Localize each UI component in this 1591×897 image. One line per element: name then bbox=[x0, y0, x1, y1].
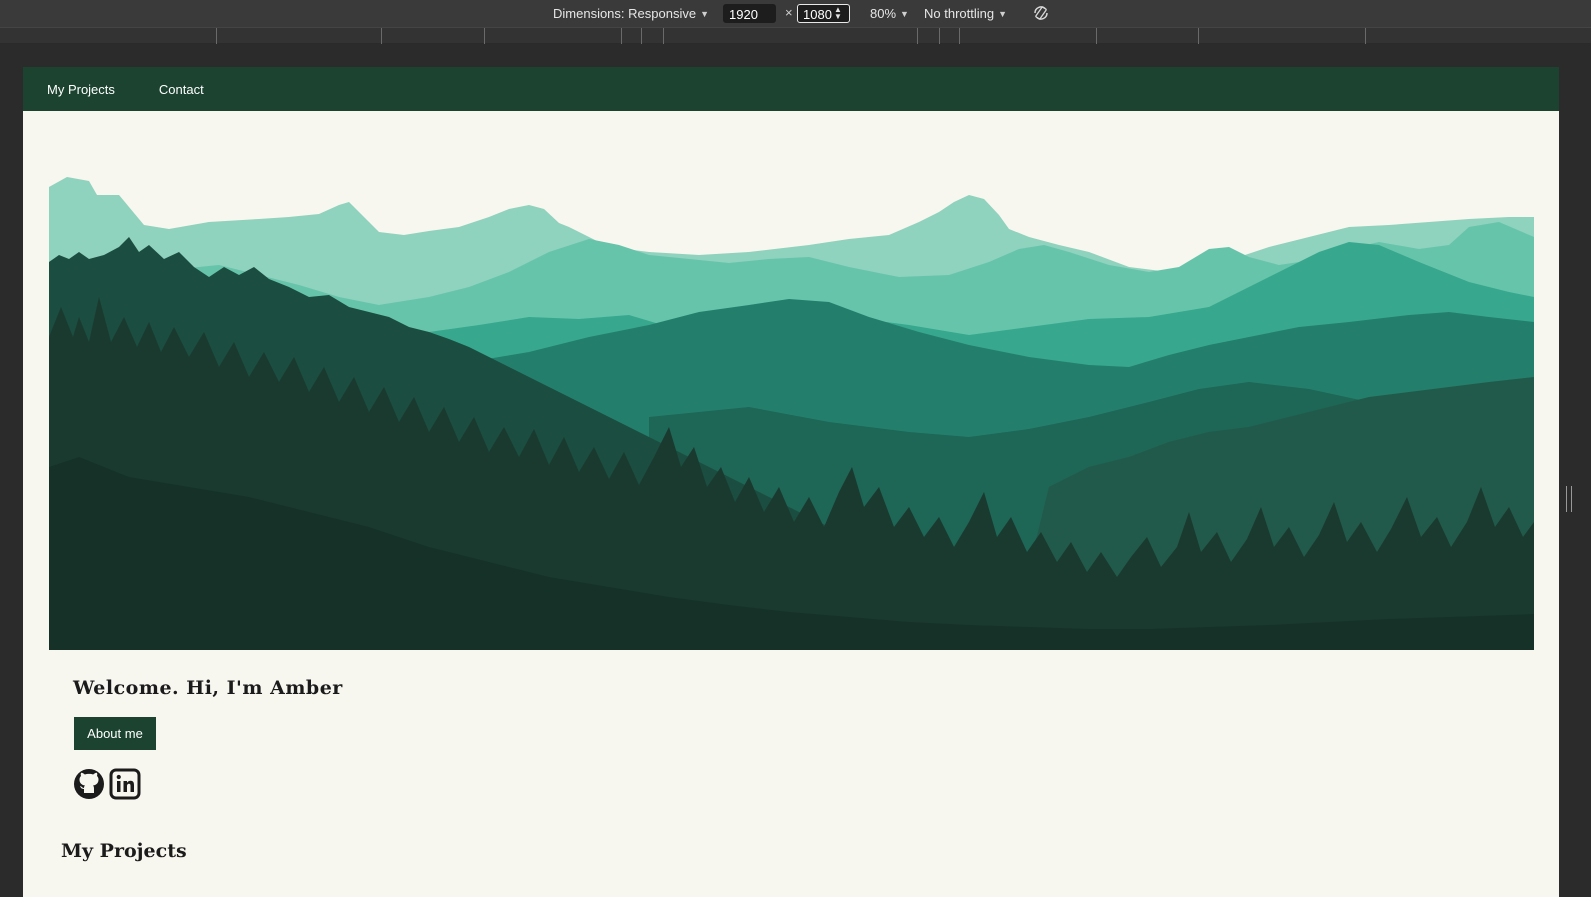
ruler-tick bbox=[1198, 28, 1199, 44]
zoom-label: 80% bbox=[870, 6, 897, 21]
throttling-label: No throttling bbox=[924, 6, 995, 21]
height-input[interactable]: 1080 bbox=[797, 4, 850, 23]
width-input[interactable]: 1920 bbox=[723, 4, 776, 23]
github-link[interactable] bbox=[73, 768, 105, 805]
linkedin-link[interactable] bbox=[109, 768, 141, 805]
nav-link-my-projects[interactable]: My Projects bbox=[47, 82, 115, 97]
ruler-tick bbox=[1096, 28, 1097, 44]
dimensions-dropdown[interactable]: Dimensions: Responsive ▼ bbox=[553, 6, 709, 21]
viewport-resize-handle[interactable] bbox=[1566, 486, 1572, 512]
mountain-forest-illustration bbox=[49, 167, 1534, 650]
linkedin-icon bbox=[109, 768, 141, 800]
welcome-heading: Welcome. Hi, I'm Amber bbox=[73, 677, 343, 699]
zoom-dropdown[interactable]: 80% ▼ bbox=[870, 6, 909, 21]
ruler-tick bbox=[917, 28, 918, 44]
ruler-tick bbox=[484, 28, 485, 44]
dimensions-label: Dimensions: Responsive bbox=[553, 6, 697, 21]
height-stepper-icon[interactable]: ▲ ▼ bbox=[834, 6, 842, 21]
github-icon bbox=[74, 769, 104, 799]
ruler-tick bbox=[959, 28, 960, 44]
devtools-device-toolbar: Dimensions: Responsive ▼ 1920 × 1080 ▲ ▼ … bbox=[0, 0, 1591, 27]
ruler-tick bbox=[663, 28, 664, 44]
nav-link-contact[interactable]: Contact bbox=[159, 82, 204, 97]
site-nav: My Projects Contact bbox=[23, 67, 1559, 111]
ruler-tick bbox=[621, 28, 622, 44]
ruler-tick bbox=[641, 28, 642, 44]
ruler-tick bbox=[381, 28, 382, 44]
about-me-button[interactable]: About me bbox=[74, 717, 156, 750]
social-links bbox=[73, 768, 141, 805]
chevron-down-icon: ▼ bbox=[700, 8, 709, 19]
chevron-down-icon: ▼ bbox=[998, 8, 1008, 19]
ruler-tick bbox=[1365, 28, 1366, 44]
projects-section-heading: My Projects bbox=[61, 840, 187, 862]
page-viewport: My Projects Contact Welcome. Hi, I'm Amb… bbox=[23, 67, 1559, 897]
times-symbol: × bbox=[785, 5, 793, 20]
ruler-tick bbox=[939, 28, 940, 44]
rotate-icon[interactable] bbox=[1031, 3, 1051, 23]
throttling-dropdown[interactable]: No throttling ▼ bbox=[924, 6, 1007, 21]
ruler-tick bbox=[216, 28, 217, 44]
chevron-down-icon: ▼ bbox=[900, 8, 909, 19]
hero-landscape-image bbox=[49, 167, 1534, 650]
media-query-ruler[interactable] bbox=[0, 27, 1591, 44]
